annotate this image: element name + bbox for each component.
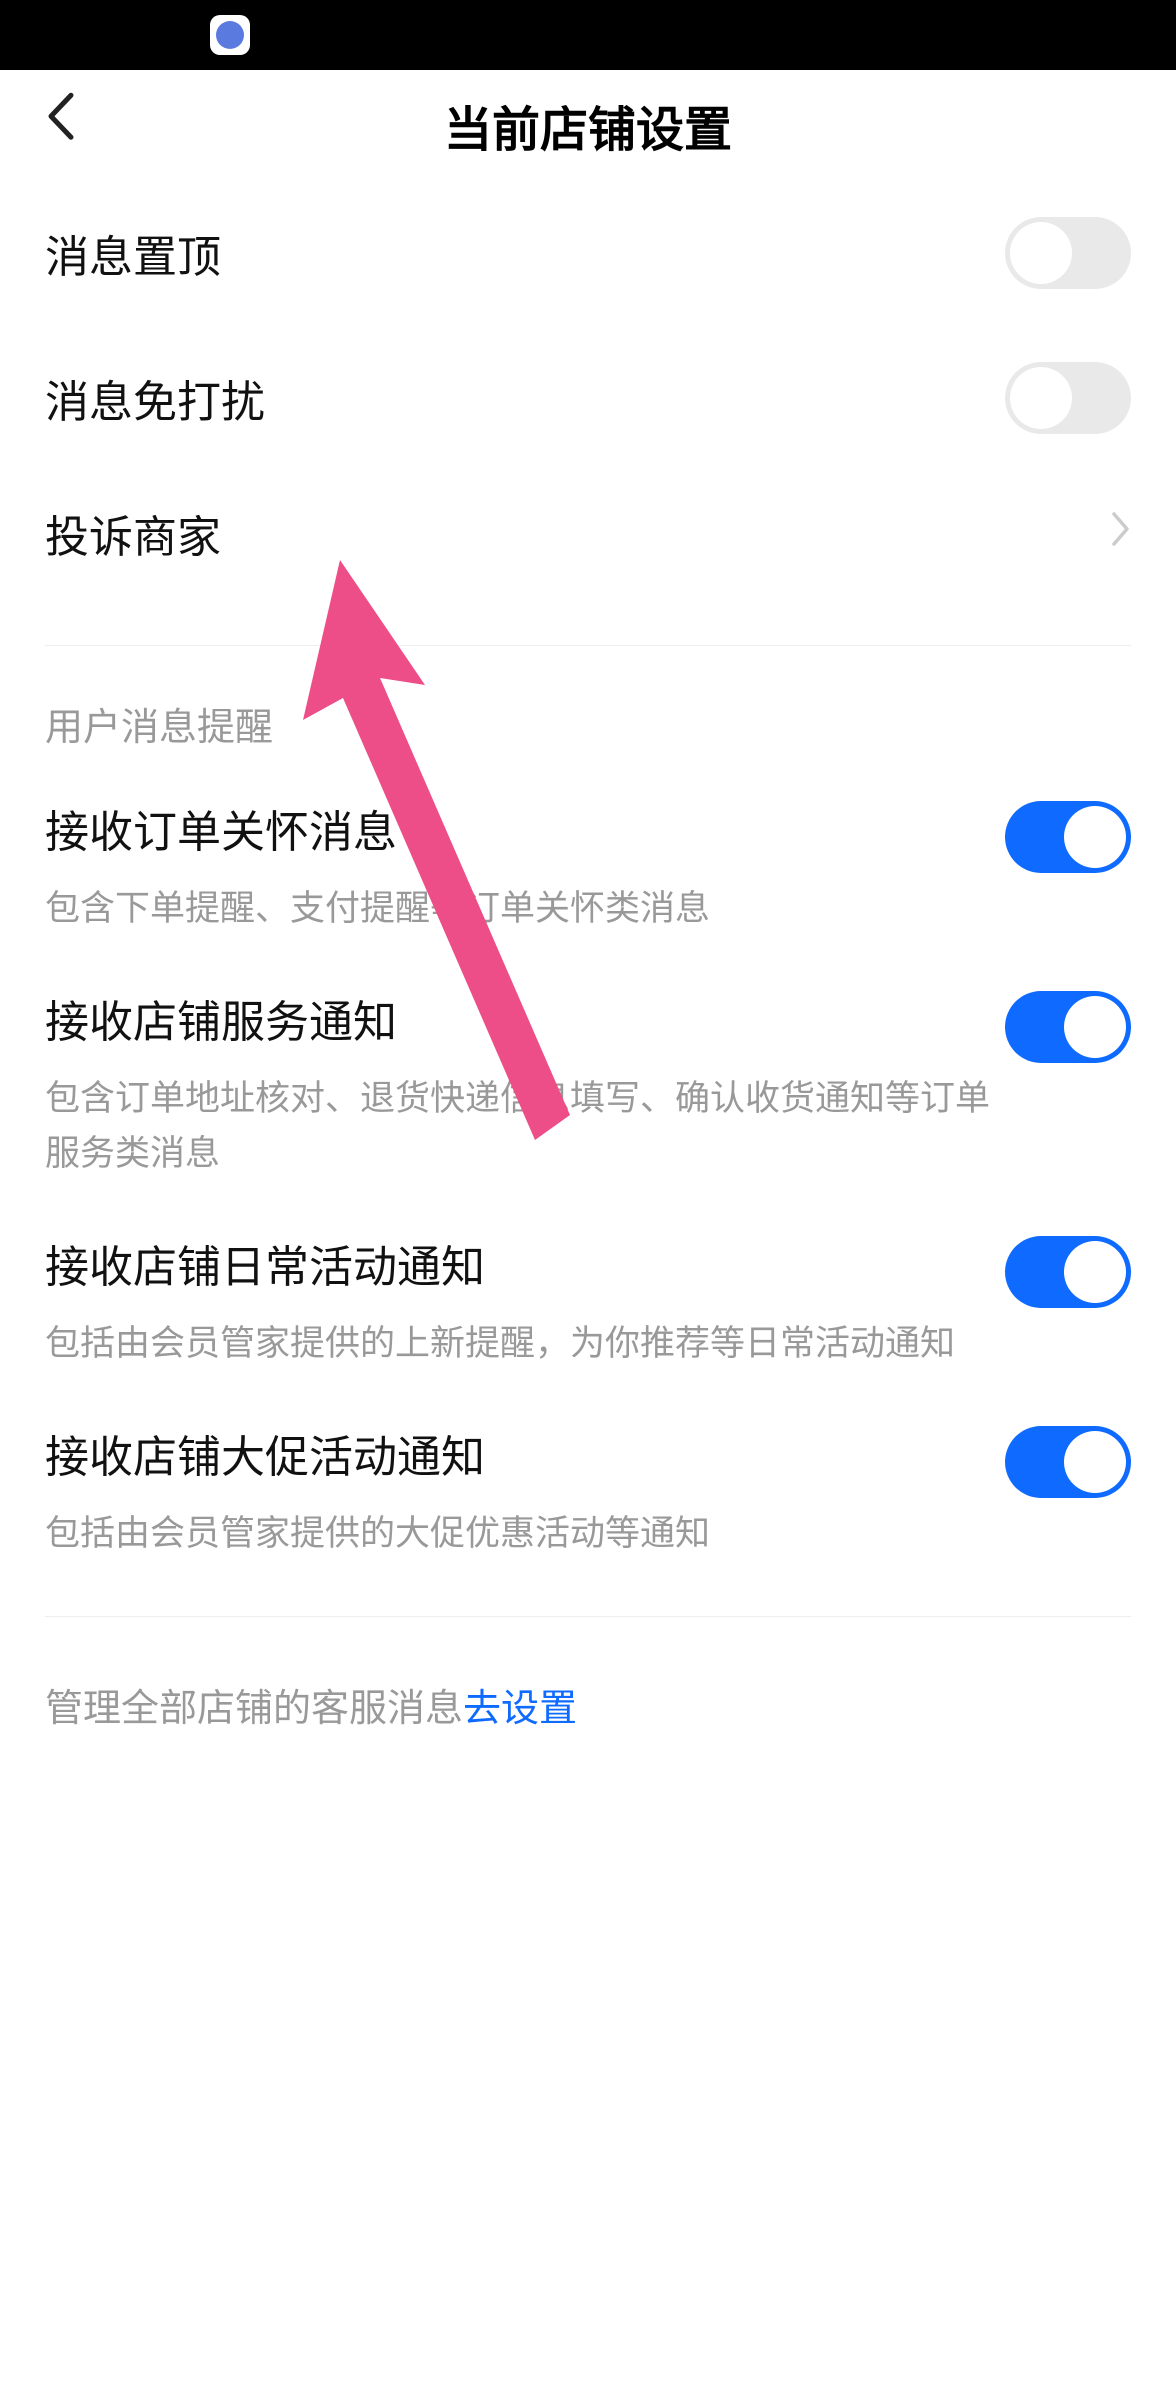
- row-desc: 包括由会员管家提供的上新提醒，为你推荐等日常活动通知: [45, 1317, 1005, 1371]
- row-label: 接收店铺日常活动通知: [45, 1231, 1005, 1295]
- row-desc: 包含订单地址核对、退货快递信息填写、确认收货通知等订单服务类消息: [45, 1072, 1005, 1181]
- row-label: 接收店铺服务通知: [45, 986, 1005, 1050]
- row-desc: 包括由会员管家提供的大促优惠活动等通知: [45, 1507, 1005, 1561]
- row-label: 接收店铺大促活动通知: [45, 1421, 1005, 1485]
- chevron-right-icon: [1111, 508, 1131, 558]
- toggle-knob: [1064, 1431, 1126, 1493]
- toggle-promo-activity[interactable]: [1005, 1426, 1131, 1498]
- toggle-knob: [1010, 222, 1072, 284]
- nav-bar: 当前店铺设置: [0, 70, 1176, 180]
- page-title: 当前店铺设置: [444, 90, 732, 160]
- row-shop-service: 接收店铺服务通知 包含订单地址核对、退货快递信息填写、确认收货通知等订单服务类消…: [45, 961, 1131, 1206]
- row-order-care: 接收订单关怀消息 包含下单提醒、支付提醒等订单关怀类消息: [45, 771, 1131, 961]
- row-daily-activity: 接收店铺日常活动通知 包括由会员管家提供的上新提醒，为你推荐等日常活动通知: [45, 1206, 1131, 1396]
- row-pin-message: 消息置顶: [45, 180, 1131, 325]
- row-complain[interactable]: 投诉商家: [45, 470, 1131, 615]
- chevron-left-icon: [45, 91, 75, 141]
- toggle-knob: [1064, 1241, 1126, 1303]
- row-label: 消息置顶: [45, 221, 1005, 285]
- footer-link[interactable]: 去设置: [463, 1688, 577, 1730]
- row-label: 接收订单关怀消息: [45, 796, 1005, 860]
- toggle-knob: [1064, 996, 1126, 1058]
- status-bar: [0, 0, 1176, 70]
- toggle-shop-service[interactable]: [1005, 991, 1131, 1063]
- row-label: 消息免打扰: [45, 366, 1005, 430]
- row-label: 投诉商家: [45, 501, 1111, 565]
- globe-icon: [216, 21, 244, 49]
- back-button[interactable]: [45, 89, 75, 154]
- toggle-dnd[interactable]: [1005, 362, 1131, 434]
- toggle-knob: [1010, 367, 1072, 429]
- toggle-order-care[interactable]: [1005, 801, 1131, 873]
- toggle-daily-activity[interactable]: [1005, 1236, 1131, 1308]
- footer-text: 管理全部店铺的客服消息: [45, 1688, 463, 1730]
- row-dnd: 消息免打扰: [45, 325, 1131, 470]
- row-desc: 包含下单提醒、支付提醒等订单关怀类消息: [45, 882, 1005, 936]
- toggle-pin-message[interactable]: [1005, 217, 1131, 289]
- divider: [45, 645, 1131, 646]
- app-icon: [210, 15, 250, 55]
- toggle-knob: [1064, 806, 1126, 868]
- row-promo-activity: 接收店铺大促活动通知 包括由会员管家提供的大促优惠活动等通知: [45, 1396, 1131, 1586]
- section-header: 用户消息提醒: [45, 656, 1131, 771]
- content: 消息置顶 消息免打扰 投诉商家 用户消息提醒 接收订单关怀消息 包含下单提醒、支…: [0, 180, 1176, 1792]
- footer-note: 管理全部店铺的客服消息去设置: [45, 1617, 1131, 1792]
